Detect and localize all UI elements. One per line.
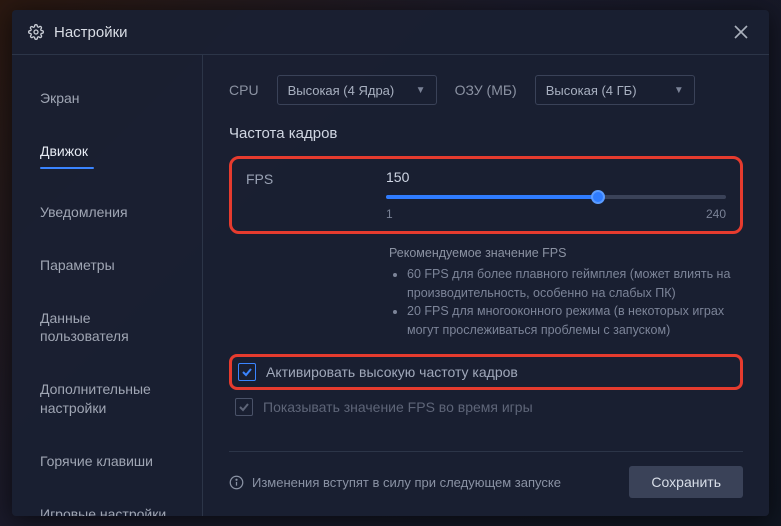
slider-fill <box>386 195 598 199</box>
fps-hint-1: 60 FPS для более плавного геймплея (може… <box>407 265 743 303</box>
window-title: Настройки <box>54 24 128 41</box>
fps-hint-2: 20 FPS для многооконного режима (в некот… <box>407 302 743 340</box>
titlebar: Настройки <box>12 10 769 54</box>
fps-max: 240 <box>706 207 726 221</box>
fps-hints-title: Рекомендуемое значение FPS <box>389 244 743 263</box>
main-panel: CPU Высокая (4 Ядра) ▼ ОЗУ (МБ) Высокая … <box>203 55 769 516</box>
fps-highlight-box: FPS 150 1 240 <box>229 156 743 234</box>
fps-hints: Рекомендуемое значение FPS 60 FPS для бо… <box>389 244 743 340</box>
gear-icon <box>28 24 44 40</box>
sidebar-item-hotkeys[interactable]: Горячие клавиши <box>12 442 202 481</box>
highfps-highlight-box: Активировать высокую частоту кадров <box>229 354 743 390</box>
fps-value: 150 <box>386 169 726 185</box>
fps-slider[interactable] <box>386 195 726 199</box>
sidebar-item-screen[interactable]: Экран <box>12 79 202 118</box>
slider-thumb[interactable] <box>591 190 605 204</box>
sidebar-item-advanced[interactable]: Дополнительные настройки <box>12 370 202 428</box>
sidebar-item-label: Данные пользователя <box>40 310 129 345</box>
info-icon <box>229 475 244 490</box>
high-fps-checkbox-row[interactable]: Активировать высокую частоту кадров <box>238 363 518 381</box>
sidebar-item-userdata[interactable]: Данные пользователя <box>12 299 202 357</box>
sidebar: Экран Движок Уведомления Параметры Данны… <box>12 55 202 516</box>
checkbox-icon <box>235 398 253 416</box>
ram-label: ОЗУ (МБ) <box>455 82 517 98</box>
sidebar-item-label: Горячие клавиши <box>40 453 153 469</box>
close-icon <box>734 25 748 39</box>
fps-section-title: Частота кадров <box>229 125 743 142</box>
checkbox-icon <box>238 363 256 381</box>
cpu-dropdown[interactable]: Высокая (4 Ядра) ▼ <box>277 75 437 105</box>
footer-note: Изменения вступят в силу при следующем з… <box>252 475 561 490</box>
save-button[interactable]: Сохранить <box>629 466 743 498</box>
settings-window: Настройки Экран Движок Уведомления Парам… <box>12 10 769 516</box>
sidebar-item-gamesettings[interactable]: Игровые настройки <box>12 495 202 516</box>
sidebar-item-label: Экран <box>40 90 80 106</box>
caret-down-icon: ▼ <box>416 85 426 96</box>
fps-label: FPS <box>246 169 366 187</box>
sidebar-item-label: Уведомления <box>40 204 128 220</box>
sidebar-item-label: Параметры <box>40 257 115 273</box>
fps-min: 1 <box>386 207 393 221</box>
sidebar-item-notifications[interactable]: Уведомления <box>12 193 202 232</box>
sidebar-item-label: Игровые настройки <box>40 506 166 516</box>
cpu-value: Высокая (4 Ядра) <box>288 83 395 98</box>
close-button[interactable] <box>729 20 753 44</box>
sidebar-item-engine[interactable]: Движок <box>12 132 202 179</box>
sidebar-item-label: Движок <box>40 143 88 159</box>
sidebar-item-parameters[interactable]: Параметры <box>12 246 202 285</box>
cpu-label: CPU <box>229 82 259 98</box>
sidebar-item-label: Дополнительные настройки <box>40 381 151 416</box>
high-fps-label: Активировать высокую частоту кадров <box>266 364 518 380</box>
ram-value: Высокая (4 ГБ) <box>546 83 637 98</box>
ram-dropdown[interactable]: Высокая (4 ГБ) ▼ <box>535 75 695 105</box>
caret-down-icon: ▼ <box>674 85 684 96</box>
footer: Изменения вступят в силу при следующем з… <box>229 451 743 516</box>
show-fps-checkbox-row[interactable]: Показывать значение FPS во время игры <box>229 398 743 416</box>
show-fps-label: Показывать значение FPS во время игры <box>263 399 533 415</box>
